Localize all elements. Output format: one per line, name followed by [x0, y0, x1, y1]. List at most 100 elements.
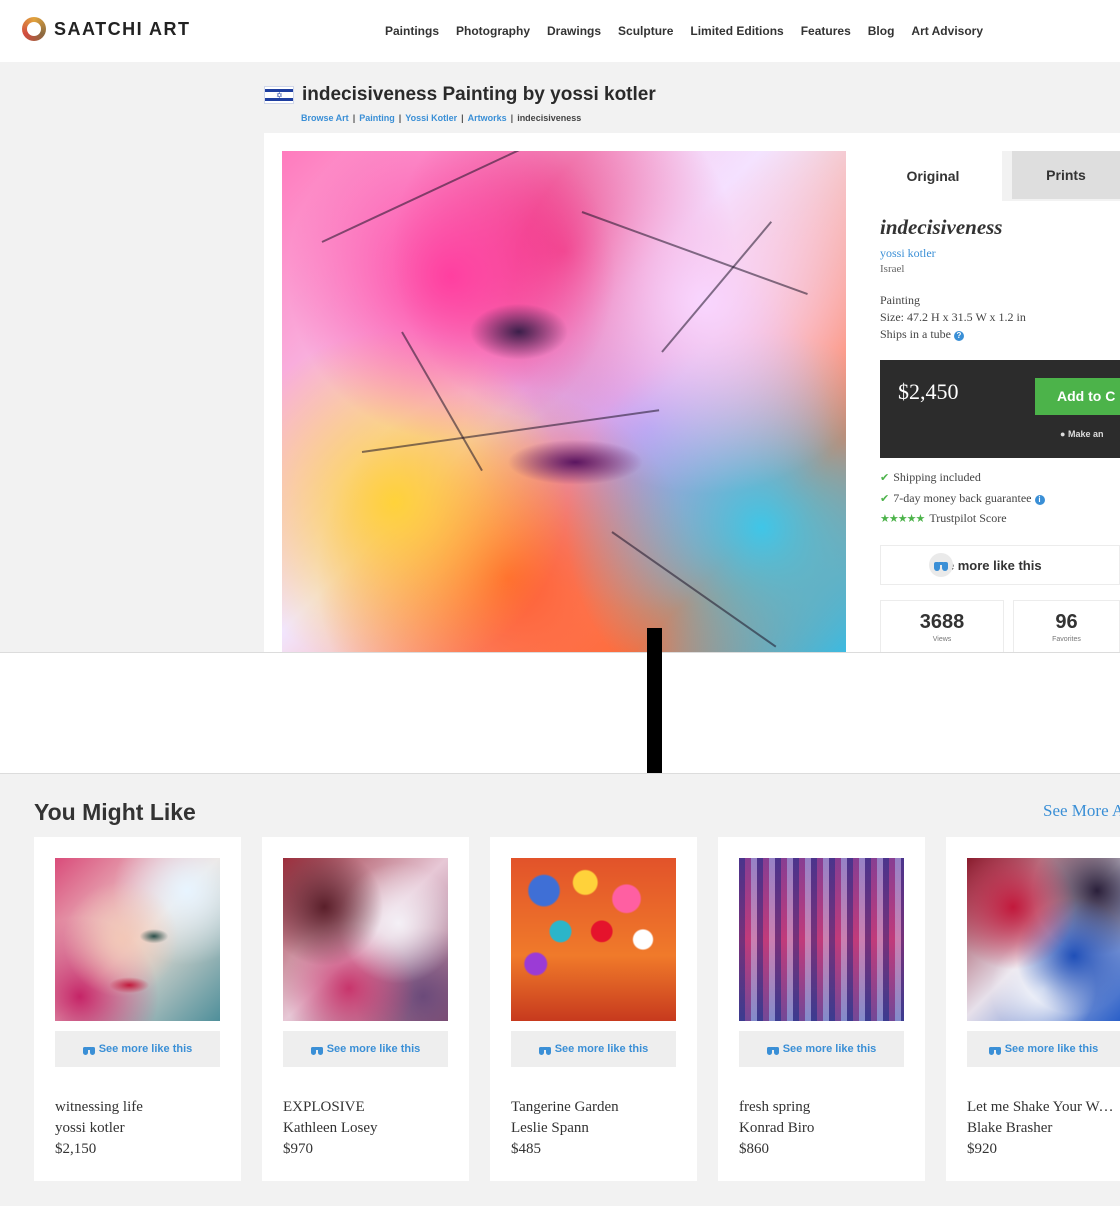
recommendation-card[interactable]: See more like this EXPLOSIVE Kathleen Lo… [262, 837, 469, 1181]
card-artist[interactable]: Leslie Spann [511, 1118, 691, 1139]
artist-link[interactable]: yossi kotler [880, 246, 936, 261]
recommendations-screenshot: You Might Like See More A See more like … [0, 773, 1120, 1206]
site-header: SAATCHI ART Paintings Photography Drawin… [0, 0, 1120, 62]
check-icon: ✔ [880, 492, 890, 505]
card-details: Tangerine Garden Leslie Spann $485 [511, 1097, 691, 1160]
breadcrumb-browse-art[interactable]: Browse Art [301, 113, 349, 123]
nav-item-drawings[interactable]: Drawings [547, 24, 601, 38]
nav-item-photography[interactable]: Photography [456, 24, 530, 38]
perk-trustpilot[interactable]: ★★★★★ Trustpilot Score [880, 511, 1007, 526]
card-see-more-button[interactable]: See more like this [283, 1031, 448, 1067]
binoculars-icon [766, 1044, 779, 1055]
card-title[interactable]: witnessing life [55, 1097, 235, 1118]
perk-shipping-label: Shipping included [893, 470, 981, 484]
see-more-all-link[interactable]: See More A [1043, 801, 1120, 821]
card-artist[interactable]: yossi kotler [55, 1118, 235, 1139]
card-title[interactable]: Let me Shake Your World [967, 1097, 1117, 1118]
favorites-count: 96 [1055, 611, 1078, 633]
artwork-medium: Painting [880, 293, 921, 307]
card-artist[interactable]: Konrad Biro [739, 1118, 919, 1139]
card-artist[interactable]: Kathleen Losey [283, 1118, 463, 1139]
card-see-more-label: See more like this [554, 1043, 649, 1055]
info-icon[interactable]: ? [954, 331, 964, 341]
favorites-label: Favorites [1052, 636, 1081, 643]
card-see-more-button[interactable]: See more like this [967, 1031, 1120, 1067]
logo-text: SAATCHI ART [54, 18, 191, 39]
artwork-thumbnail[interactable] [739, 858, 904, 1021]
perk-guarantee-label: 7-day money back guarantee [893, 491, 1032, 505]
perk-guarantee: ✔ 7-day money back guarantee i [880, 491, 1045, 506]
recommendations-title: You Might Like [34, 799, 196, 825]
binoculars-icon [988, 1044, 1001, 1055]
nav-item-paintings[interactable]: Paintings [385, 24, 439, 38]
recommendation-card[interactable]: See more like this Let me Shake Your Wor… [946, 837, 1120, 1181]
card-details: witnessing life yossi kotler $2,150 [55, 1097, 235, 1160]
page-title-row: ✡ indecisiveness Painting by yossi kotle… [264, 84, 656, 106]
card-see-more-label: See more like this [1004, 1043, 1099, 1055]
card-title[interactable]: fresh spring [739, 1097, 919, 1118]
breadcrumb-current: indecisiveness [517, 113, 582, 123]
binoculars-icon [538, 1044, 551, 1055]
nav-item-features[interactable]: Features [801, 24, 851, 38]
favorites-stat[interactable]: 96 Favorites [1013, 600, 1120, 652]
breadcrumb: Browse Art | Painting | Yossi Kotler | Artwork… [301, 113, 582, 123]
logo-ring-icon [22, 17, 46, 41]
recommendation-card[interactable]: See more like this Tangerine Garden Lesl… [490, 837, 697, 1181]
make-offer-link[interactable]: ● Make an [1060, 429, 1103, 439]
check-icon: ✔ [880, 471, 890, 484]
card-title[interactable]: EXPLOSIVE [283, 1097, 463, 1118]
make-offer-label: Make an [1067, 429, 1104, 439]
star-icon: ★★★★★ [880, 512, 925, 525]
views-label: Views [932, 636, 952, 643]
tab-original[interactable]: Original [864, 151, 1002, 201]
card-price: $970 [283, 1141, 313, 1157]
card-see-more-label: See more like this [326, 1043, 421, 1055]
artwork-page-screenshot: SAATCHI ART Paintings Photography Drawin… [0, 0, 1120, 653]
card-price: $920 [967, 1141, 997, 1157]
nav-item-blog[interactable]: Blog [868, 24, 895, 38]
add-to-cart-button[interactable]: Add to C [1035, 378, 1120, 415]
perk-trustpilot-label: Trustpilot Score [929, 511, 1007, 525]
recommendation-card[interactable]: See more like this fresh spring Konrad B… [718, 837, 925, 1181]
artwork-thumbnail[interactable] [55, 858, 220, 1021]
recommendation-card[interactable]: See more like this witnessing life yossi… [34, 837, 241, 1181]
card-price: $2,150 [55, 1141, 97, 1157]
card-see-more-label: See more like this [782, 1043, 877, 1055]
breadcrumb-artworks[interactable]: Artworks [468, 113, 507, 123]
views-stat: 3688 Views [880, 600, 1004, 652]
binoculars-icon [82, 1044, 95, 1055]
card-details: EXPLOSIVE Kathleen Losey $970 [283, 1097, 463, 1160]
artwork-image[interactable] [282, 151, 846, 652]
breadcrumb-artist[interactable]: Yossi Kotler [405, 113, 457, 123]
card-details: fresh spring Konrad Biro $860 [739, 1097, 919, 1160]
artwork-thumbnail[interactable] [511, 858, 676, 1021]
card-see-more-button[interactable]: See more like this [55, 1031, 220, 1067]
card-title[interactable]: Tangerine Garden [511, 1097, 691, 1118]
binoculars-icon [310, 1044, 323, 1055]
breadcrumb-painting[interactable]: Painting [359, 113, 395, 123]
binoculars-icon [929, 553, 953, 577]
card-artist[interactable]: Blake Brasher [967, 1118, 1117, 1139]
info-icon[interactable]: i [1034, 495, 1045, 505]
israel-flag-icon: ✡ [264, 86, 294, 104]
card-see-more-label: See more like this [98, 1043, 193, 1055]
site-logo[interactable]: SAATCHI ART [22, 17, 191, 41]
artist-country: Israel [880, 263, 905, 275]
price: $2,450 [898, 379, 959, 404]
artwork-size: Size: 47.2 H x 31.5 W x 1.2 in [880, 310, 1026, 324]
see-more-like-this-button[interactable]: See more like this [880, 545, 1120, 585]
artwork-thumbnail[interactable] [283, 858, 448, 1021]
perk-shipping: ✔ Shipping included [880, 470, 981, 485]
annotation-connector [647, 628, 662, 795]
artwork-thumbnail[interactable] [967, 858, 1120, 1021]
tab-prints[interactable]: Prints [1012, 151, 1120, 199]
nav-item-sculpture[interactable]: Sculpture [618, 24, 673, 38]
card-see-more-button[interactable]: See more like this [739, 1031, 904, 1067]
card-price: $860 [739, 1141, 769, 1157]
shipping-format-label: Ships in a tube [880, 327, 951, 341]
main-nav: Paintings Photography Drawings Sculpture… [385, 24, 983, 38]
shipping-format: Ships in a tube ? [880, 327, 964, 342]
nav-item-limited-editions[interactable]: Limited Editions [690, 24, 783, 38]
card-see-more-button[interactable]: See more like this [511, 1031, 676, 1067]
nav-item-art-advisory[interactable]: Art Advisory [911, 24, 983, 38]
